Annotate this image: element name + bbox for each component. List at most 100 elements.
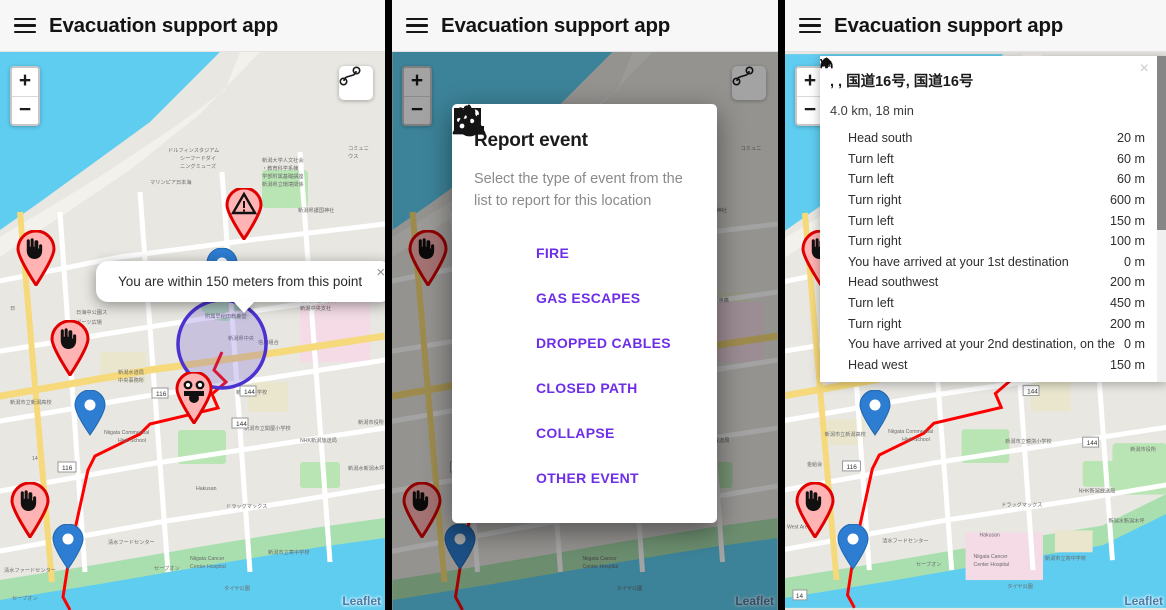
svg-text:Niigata Cancer: Niigata Cancer <box>190 556 225 562</box>
svg-text:116: 116 <box>847 464 858 471</box>
direction-step-text: Turn left <box>848 213 894 228</box>
directions-scrollbar-thumb[interactable] <box>1157 56 1166 230</box>
hazard-marker-closed-path[interactable] <box>793 482 837 538</box>
event-option-other-event[interactable]: OTHER EVENT <box>452 104 695 501</box>
svg-text:新潟市役所: 新潟市役所 <box>1130 445 1156 453</box>
svg-text:新潟市立寄中学校: 新潟市立寄中学校 <box>268 548 310 556</box>
dialog-description: Select the type of event from the list t… <box>474 171 683 210</box>
report-event-dialog: Report event Select the type of event fr… <box>452 104 717 523</box>
svg-text:マリンピア日本海: マリンピア日本海 <box>150 178 192 186</box>
svg-text:新潟市立寄中学校: 新潟市立寄中学校 <box>1045 554 1086 562</box>
direction-step-distance: 20 m <box>1117 131 1145 146</box>
event-option-collapse[interactable]: COLLAPSE <box>454 108 695 456</box>
direction-step-text: Turn right <box>848 193 902 208</box>
direction-step-text: Turn left <box>848 296 894 311</box>
direction-step[interactable]: Turn left 60 m <box>820 57 1166 170</box>
svg-text:Niigata Commercial: Niigata Commercial <box>888 429 933 435</box>
leaflet-attribution-3[interactable]: Leaflet <box>1124 594 1163 608</box>
direction-step-text: Head southwest <box>848 275 939 290</box>
route-waypoint-marker[interactable] <box>50 524 86 570</box>
svg-text:Center Hospital: Center Hospital <box>974 562 1009 568</box>
hamburger-icon[interactable] <box>799 17 821 34</box>
direction-step[interactable]: Head southwest 200 m <box>820 57 1166 293</box>
svg-text:新潟市立鏡渕小学校: 新潟市立鏡渕小学校 <box>1005 437 1051 445</box>
hazard-marker-gas-escapes[interactable] <box>174 372 214 424</box>
map-canvas-1[interactable]: ドルフィンスタジアム マリンピア日本海 シーフードダイ ニングミューズ 新潟大学… <box>0 52 385 610</box>
directions-close-icon[interactable]: × <box>1140 61 1149 77</box>
event-label-collapse: COLLAPSE <box>536 425 615 442</box>
direction-step-distance: 100 m <box>1109 234 1145 249</box>
route-waypoint-marker[interactable] <box>835 524 871 570</box>
hazard-marker-closed-path[interactable] <box>14 230 58 286</box>
route-directions-icon[interactable] <box>339 66 373 100</box>
hamburger-icon[interactable] <box>406 17 428 34</box>
leaflet-attribution-1[interactable]: Leaflet <box>342 594 381 608</box>
dialog-title: Report event <box>474 130 588 151</box>
svg-text:144: 144 <box>236 421 247 428</box>
app-bar-3: Evacuation support app <box>785 0 1166 52</box>
direction-step[interactable]: Head west 150 m <box>820 57 1166 376</box>
hazard-marker-closed-path[interactable] <box>8 482 52 538</box>
app-bar-2: Evacuation support app <box>392 0 778 52</box>
direction-step[interactable]: Turn right 600 m <box>820 57 1166 211</box>
svg-text:新潟中央支社: 新潟中央支社 <box>300 304 331 312</box>
svg-text:セーブオン: セーブオン <box>12 594 38 602</box>
directions-step-list: A Head south 20 m Turn left 60 m <box>820 56 1166 376</box>
direction-step[interactable]: Turn left 450 m <box>820 57 1166 314</box>
svg-text:NHK新潟放送局: NHK新潟放送局 <box>1079 487 1116 495</box>
direction-step-distance: 150 m <box>1109 357 1145 372</box>
directions-scrollbar[interactable] <box>1157 56 1166 382</box>
event-option-dropped-cables[interactable]: DROPPED CABLES <box>452 104 695 366</box>
direction-step[interactable]: Turn right 200 m <box>820 57 1166 334</box>
event-option-gas-escapes[interactable]: GAS ESCAPES <box>454 108 695 321</box>
svg-text:日: 日 <box>10 305 15 312</box>
direction-step[interactable]: Turn left 150 m <box>820 57 1166 231</box>
event-label-fire: FIRE <box>536 245 570 262</box>
zoom-out-button[interactable]: − <box>12 96 38 124</box>
svg-text:新潟大学人文社会: 新潟大学人文社会 <box>262 156 304 164</box>
svg-text:日海中公園ス: 日海中公園ス <box>76 308 107 316</box>
direction-step-text: You have arrived at your 2nd destination… <box>848 337 1118 352</box>
map-canvas-2[interactable]: ドルフィンスタジアム マリンピア日本海 新潟大学人文社会 コミュニ 新潟県護国神… <box>392 52 778 610</box>
zoom-controls-1[interactable]: + − <box>10 66 40 126</box>
popup-bubble: × You are within 150 meters from this po… <box>96 261 385 313</box>
route-waypoint-marker[interactable] <box>72 390 108 436</box>
direction-step[interactable]: A Head south 20 m <box>820 56 1166 149</box>
svg-text:金給会: 金給会 <box>807 460 822 468</box>
hazard-marker-closed-path[interactable] <box>48 320 92 376</box>
direction-step[interactable]: Turn left 60 m <box>820 57 1166 190</box>
panel-divider-2 <box>778 0 785 610</box>
panel-report-event-modal: Evacuation support app コミュニ Niigata Canc… <box>392 0 778 610</box>
event-option-fire[interactable]: FIRE <box>455 105 695 276</box>
direction-step[interactable]: Vb You have arrived at your 1st destinat… <box>820 58 1166 273</box>
popup-text: You are within 150 meters from this poin… <box>118 274 363 289</box>
directions-panel[interactable]: × , , 国道16号, 国道16号 4.0 km, 18 min A Head… <box>820 56 1166 382</box>
direction-step-text: Turn left <box>848 172 894 187</box>
svg-text:14: 14 <box>32 456 38 462</box>
event-label-dropped-cables: DROPPED CABLES <box>536 335 671 352</box>
map-canvas-3[interactable]: ドルフィンスタジアム マリンピア日本海 新潟大学人文社会 コミュニ 新潟県護国神… <box>785 52 1166 610</box>
hazard-marker-other-event[interactable] <box>224 188 264 240</box>
direction-step[interactable]: Turn right 100 m <box>820 57 1166 252</box>
direction-step[interactable]: Vb You have arrived at your 2nd destinat… <box>820 58 1166 355</box>
svg-text:High School: High School <box>902 437 930 443</box>
event-option-closed-path[interactable]: CLOSED PATH <box>458 105 695 411</box>
svg-text:144: 144 <box>1027 389 1038 396</box>
panel-directions: Evacuation support app 新潟市立新潟高校 Niigata … <box>785 0 1166 610</box>
radius-popup[interactable]: × You are within 150 meters from this po… <box>96 261 385 313</box>
svg-text:セーブオン: セーブオン <box>154 564 180 572</box>
svg-text:ニングミューズ: ニングミューズ <box>180 162 216 170</box>
direction-step-text: Turn right <box>848 234 902 249</box>
popup-close-icon[interactable]: × <box>376 265 385 280</box>
svg-text:清水フードセンター: 清水フードセンター <box>108 538 155 546</box>
direction-step-distance: 600 m <box>1109 193 1145 208</box>
app-title-1: Evacuation support app <box>49 13 279 37</box>
zoom-in-button[interactable]: + <box>12 68 38 96</box>
app-title-2: Evacuation support app <box>441 13 671 37</box>
hamburger-icon[interactable] <box>14 17 36 34</box>
direction-step-text: Head west <box>848 357 908 372</box>
route-waypoint-marker[interactable] <box>857 390 893 436</box>
svg-text:ドラッグマックス: ドラッグマックス <box>226 502 267 510</box>
popup-tip <box>233 301 256 313</box>
svg-text:Niigata Cancer: Niigata Cancer <box>974 554 1008 560</box>
